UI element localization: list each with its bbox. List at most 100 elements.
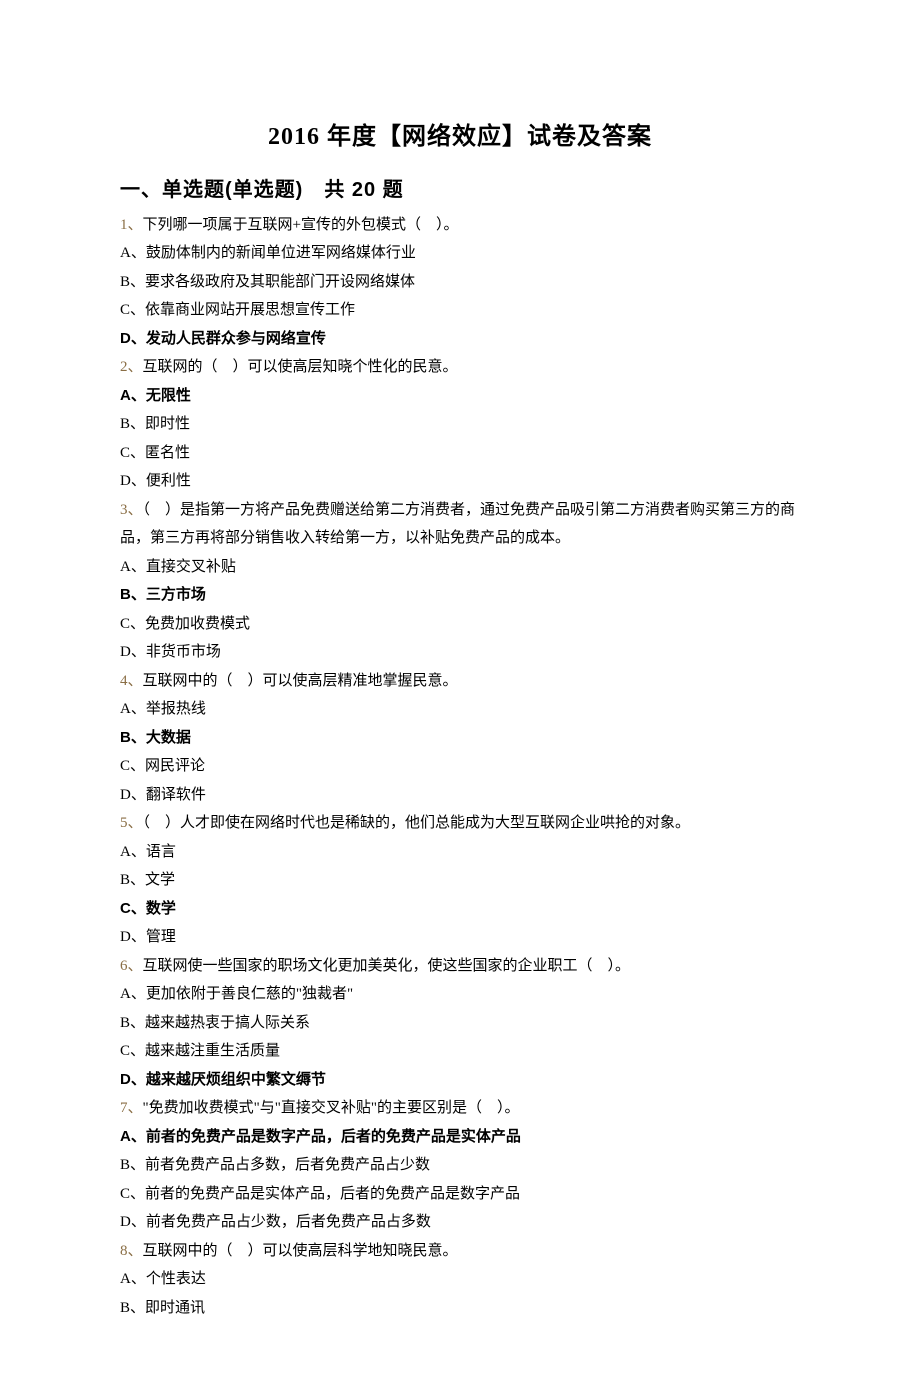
option-text: 发动人民群众参与网络宣传 xyxy=(146,330,326,347)
option-label: D、 xyxy=(120,1214,146,1230)
option-text: 鼓励体制内的新闻单位进军网络媒体行业 xyxy=(146,245,416,261)
option-label: B、 xyxy=(120,1157,145,1173)
question-number: 3、 xyxy=(120,502,143,518)
option-label: C、 xyxy=(120,1043,145,1059)
section-header: 一、单选题(单选题) 共 20 题 xyxy=(120,171,800,209)
question-text: 下列哪一项属于互联网+宣传的外包模式（ ）。 xyxy=(143,217,459,233)
option-label: A、 xyxy=(120,559,146,575)
page-title: 2016 年度【网络效应】试卷及答案 xyxy=(120,115,800,161)
question-number: 5、 xyxy=(120,815,143,831)
question-number: 1、 xyxy=(120,217,143,233)
question-number: 6、 xyxy=(120,958,143,974)
option: A、鼓励体制内的新闻单位进军网络媒体行业 xyxy=(120,239,800,268)
option: D、非货币市场 xyxy=(120,638,800,667)
option: D、发动人民群众参与网络宣传 xyxy=(120,325,800,354)
option: B、大数据 xyxy=(120,724,800,753)
option-text: 要求各级政府及其职能部门开设网络媒体 xyxy=(145,274,415,290)
option-text: 前者免费产品占多数，后者免费产品占少数 xyxy=(145,1157,430,1173)
option-text: 便利性 xyxy=(146,473,191,489)
option-text: 越来越热衷于搞人际关系 xyxy=(145,1015,310,1031)
option: C、前者的免费产品是实体产品，后者的免费产品是数字产品 xyxy=(120,1180,800,1209)
option-text: 管理 xyxy=(146,929,176,945)
option: B、越来越热衷于搞人际关系 xyxy=(120,1009,800,1038)
option: C、网民评论 xyxy=(120,752,800,781)
option-label: D、 xyxy=(120,787,146,803)
option-text: 免费加收费模式 xyxy=(145,616,250,632)
question-stem: 6、互联网使一些国家的职场文化更加美英化，使这些国家的企业职工（ ）。 xyxy=(120,952,800,981)
option: A、直接交叉补贴 xyxy=(120,553,800,582)
option-label: A、 xyxy=(120,1271,146,1287)
option-label: A、 xyxy=(120,245,146,261)
option-text: 个性表达 xyxy=(146,1271,206,1287)
option-label: C、 xyxy=(120,445,145,461)
question-number: 8、 xyxy=(120,1243,143,1259)
option-text: 匿名性 xyxy=(145,445,190,461)
option-text: 更加依附于善良仁慈的"独裁者" xyxy=(146,986,353,1002)
option-text: 前者的免费产品是数字产品，后者的免费产品是实体产品 xyxy=(146,1128,521,1145)
option-text: 前者免费产品占少数，后者免费产品占多数 xyxy=(146,1214,431,1230)
option-label: B、 xyxy=(120,872,145,888)
question-text: 互联网中的（ ）可以使高层科学地知晓民意。 xyxy=(143,1243,458,1259)
option: A、举报热线 xyxy=(120,695,800,724)
option-label: A、 xyxy=(120,1128,146,1145)
questions-container: 1、下列哪一项属于互联网+宣传的外包模式（ ）。A、鼓励体制内的新闻单位进军网络… xyxy=(120,211,800,1323)
question-stem: 7、"免费加收费模式"与"直接交叉补贴"的主要区别是（ ）。 xyxy=(120,1094,800,1123)
option-label: D、 xyxy=(120,473,146,489)
option-label: A、 xyxy=(120,986,146,1002)
option-text: 非货币市场 xyxy=(146,644,221,660)
option-label: C、 xyxy=(120,616,145,632)
option-text: 语言 xyxy=(146,844,176,860)
option-label: A、 xyxy=(120,387,146,404)
option: C、免费加收费模式 xyxy=(120,610,800,639)
option-text: 大数据 xyxy=(146,729,191,746)
option-label: B、 xyxy=(120,1015,145,1031)
option-label: C、 xyxy=(120,1186,145,1202)
option: D、翻译软件 xyxy=(120,781,800,810)
option: D、越来越厌烦组织中繁文缛节 xyxy=(120,1066,800,1095)
option-text: 数学 xyxy=(146,900,176,917)
question-stem: 3、（ ）是指第一方将产品免费赠送给第二方消费者，通过免费产品吸引第二方消费者购… xyxy=(120,496,800,553)
option: C、越来越注重生活质量 xyxy=(120,1037,800,1066)
option-text: 前者的免费产品是实体产品，后者的免费产品是数字产品 xyxy=(145,1186,520,1202)
option: B、即时通讯 xyxy=(120,1294,800,1323)
option-text: 三方市场 xyxy=(146,586,206,603)
option: C、数学 xyxy=(120,895,800,924)
option-text: 无限性 xyxy=(146,387,191,404)
option-label: D、 xyxy=(120,929,146,945)
option-label: B、 xyxy=(120,274,145,290)
option: D、便利性 xyxy=(120,467,800,496)
option-text: 举报热线 xyxy=(146,701,206,717)
option-text: 网民评论 xyxy=(145,758,205,774)
question-number: 2、 xyxy=(120,359,143,375)
option: C、匿名性 xyxy=(120,439,800,468)
option-label: D、 xyxy=(120,330,146,347)
question-text: 互联网使一些国家的职场文化更加美英化，使这些国家的企业职工（ ）。 xyxy=(143,958,631,974)
question-number: 4、 xyxy=(120,673,143,689)
option: A、个性表达 xyxy=(120,1265,800,1294)
option-text: 直接交叉补贴 xyxy=(146,559,236,575)
option-text: 文学 xyxy=(145,872,175,888)
option-text: 越来越厌烦组织中繁文缛节 xyxy=(146,1071,326,1088)
option-label: B、 xyxy=(120,586,146,603)
question-text: 互联网的（ ）可以使高层知晓个性化的民意。 xyxy=(143,359,458,375)
option-label: A、 xyxy=(120,844,146,860)
option: B、文学 xyxy=(120,866,800,895)
option: D、管理 xyxy=(120,923,800,952)
option: B、前者免费产品占多数，后者免费产品占少数 xyxy=(120,1151,800,1180)
option: D、前者免费产品占少数，后者免费产品占多数 xyxy=(120,1208,800,1237)
option-label: A、 xyxy=(120,701,146,717)
option-label: D、 xyxy=(120,644,146,660)
question-number: 7、 xyxy=(120,1100,143,1116)
question-stem: 2、互联网的（ ）可以使高层知晓个性化的民意。 xyxy=(120,353,800,382)
option-label: B、 xyxy=(120,416,145,432)
option-label: D、 xyxy=(120,1071,146,1088)
option-label: C、 xyxy=(120,302,145,318)
question-stem: 4、互联网中的（ ）可以使高层精准地掌握民意。 xyxy=(120,667,800,696)
option-text: 越来越注重生活质量 xyxy=(145,1043,280,1059)
option: A、语言 xyxy=(120,838,800,867)
option: B、三方市场 xyxy=(120,581,800,610)
question-stem: 5、（ ）人才即使在网络时代也是稀缺的，他们总能成为大型互联网企业哄抢的对象。 xyxy=(120,809,800,838)
question-stem: 1、下列哪一项属于互联网+宣传的外包模式（ ）。 xyxy=(120,211,800,240)
option: A、前者的免费产品是数字产品，后者的免费产品是实体产品 xyxy=(120,1123,800,1152)
option-label: C、 xyxy=(120,758,145,774)
